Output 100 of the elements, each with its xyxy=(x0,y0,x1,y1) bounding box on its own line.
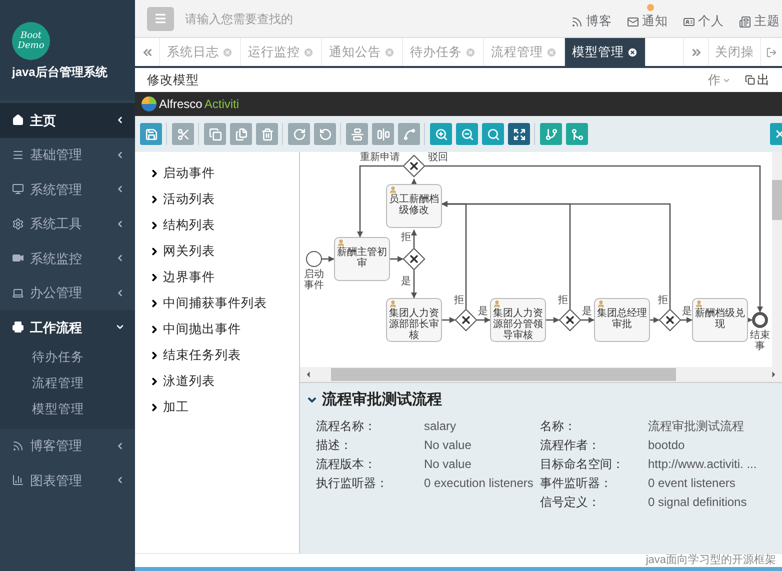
home-icon xyxy=(12,114,24,126)
nav-item[interactable]: 图表管理 xyxy=(0,463,135,498)
nav-item[interactable]: 主页 xyxy=(0,103,135,138)
save-icon xyxy=(144,128,158,140)
gateway-x-icon xyxy=(408,253,420,265)
palette-group[interactable]: 中间捕获事件列表 xyxy=(149,290,299,316)
nav-item[interactable]: 系统监控 xyxy=(0,241,135,276)
palette-group[interactable]: 启动事件 xyxy=(149,160,299,186)
palette-group[interactable]: 活动列表 xyxy=(149,186,299,212)
close-icon xyxy=(465,46,476,58)
flow-arrow xyxy=(411,178,417,184)
property-label: 目标命名空间： xyxy=(540,456,625,472)
close-button[interactable] xyxy=(770,123,782,145)
nav-subitem[interactable]: 模型管理 xyxy=(0,396,135,422)
nav-item[interactable]: 工作流程 xyxy=(0,310,135,344)
scrollbar-thumb[interactable] xyxy=(772,180,782,220)
zoom-out-button[interactable] xyxy=(456,123,478,145)
search-field[interactable]: 请输入您需要查找的 xyxy=(185,6,385,32)
property-label: 流程版本： xyxy=(316,456,377,472)
mail-icon xyxy=(627,16,639,28)
chevron-left-icon xyxy=(115,150,125,160)
same-size-button[interactable] xyxy=(398,123,420,145)
video-camera-icon xyxy=(12,252,24,264)
add-bendpoint-icon xyxy=(544,128,558,140)
scroll-right-icon xyxy=(769,370,778,379)
paste-button[interactable] xyxy=(230,123,252,145)
flow-label: 是 xyxy=(582,306,592,317)
scrollbar-thumb[interactable] xyxy=(331,368,676,381)
task-node: 集团总经理审批 xyxy=(594,298,650,342)
property-value: 0 execution listeners xyxy=(424,474,534,492)
page-tab[interactable]: 待办任务 xyxy=(403,38,484,66)
user-icon xyxy=(389,300,397,308)
nav-item[interactable]: 基础管理 xyxy=(0,138,135,172)
chevron-left-icon xyxy=(115,184,125,194)
menu-button[interactable] xyxy=(147,6,174,30)
paste-icon xyxy=(234,128,248,140)
user-icon xyxy=(389,186,397,194)
property-label: 流程名称： xyxy=(316,418,377,434)
brand-name: Alfresco xyxy=(159,96,202,113)
cut-icon xyxy=(176,128,190,140)
header-link[interactable]: 个人 xyxy=(683,4,724,33)
property-value: bootdo xyxy=(648,436,686,454)
nav-item[interactable]: 博客管理 xyxy=(0,428,135,463)
nav-item[interactable]: 系统管理 xyxy=(0,172,135,206)
delete-button[interactable] xyxy=(256,123,278,145)
zoom-in-button[interactable] xyxy=(430,123,452,145)
page-tab[interactable]: 系统日志 xyxy=(160,38,241,66)
close-icon xyxy=(384,46,395,58)
flow-label: 是 xyxy=(478,306,488,317)
copy-button[interactable] xyxy=(204,123,226,145)
add-bendpoint-button[interactable] xyxy=(540,123,562,145)
exit-button[interactable]: 出 xyxy=(745,70,770,90)
menu-icon xyxy=(12,148,24,161)
zoom-fit-icon xyxy=(512,128,526,140)
chevron-left-icon xyxy=(115,253,125,264)
gateway-x-icon xyxy=(460,314,472,326)
redo-button[interactable] xyxy=(288,123,310,145)
nav-subitem[interactable]: 流程管理 xyxy=(0,370,135,396)
actions-dropdown[interactable]: 作 xyxy=(708,70,731,90)
page-tab[interactable]: 通知公告 xyxy=(322,38,403,66)
page-tab[interactable]: 运行监控 xyxy=(241,38,322,66)
event-label: 启动事件 xyxy=(304,269,324,291)
palette-group[interactable]: 中间抛出事件 xyxy=(149,316,299,342)
chevron-left-icon xyxy=(115,288,125,298)
page-tab[interactable]: 模型管理 xyxy=(565,38,646,66)
palette-group[interactable]: 加工 xyxy=(149,394,299,420)
user-icon xyxy=(695,300,703,308)
align-vertical-icon xyxy=(376,128,390,140)
align-vertical-button[interactable] xyxy=(372,123,394,145)
header-link[interactable]: 主题 xyxy=(739,4,780,33)
brand-product: Activiti xyxy=(204,96,240,113)
flow-label: 是 xyxy=(401,276,411,287)
property-value: 0 signal definitions xyxy=(648,494,748,510)
logout-icon xyxy=(766,46,777,58)
nav-item[interactable]: 系统工具 xyxy=(0,206,135,241)
chevron-right-icon xyxy=(149,246,160,256)
task-node: 薪酬档级兑现 xyxy=(692,298,748,342)
zoom-actual-button[interactable] xyxy=(482,123,504,145)
palette-group[interactable]: 泳道列表 xyxy=(149,368,299,394)
property-value: No value xyxy=(424,456,472,472)
palette-group[interactable]: 结构列表 xyxy=(149,212,299,238)
property-label: 事件监听器： xyxy=(540,474,613,492)
close-ops-button[interactable]: 关闭操 xyxy=(708,38,760,66)
save-button[interactable] xyxy=(140,123,162,145)
remove-bendpoint-button[interactable] xyxy=(566,123,588,145)
cut-button[interactable] xyxy=(172,123,194,145)
undo-button[interactable] xyxy=(314,123,336,145)
close-icon xyxy=(546,46,557,58)
nav-subitem[interactable]: 待办任务 xyxy=(0,344,135,370)
logo-text: Demo xyxy=(18,41,44,51)
user-icon xyxy=(337,239,345,247)
palette-group[interactable]: 边界事件 xyxy=(149,264,299,290)
align-horizontal-button[interactable] xyxy=(346,123,368,145)
palette-group[interactable]: 网关列表 xyxy=(149,238,299,264)
header-link[interactable]: 博客 xyxy=(571,4,612,33)
header-link[interactable]: 通知 xyxy=(627,4,668,33)
task-node: 薪酬主管初审 xyxy=(334,237,390,281)
nav-item[interactable]: 办公管理 xyxy=(0,276,135,310)
zoom-fit-button[interactable] xyxy=(508,123,530,145)
palette-group[interactable]: 结束任务列表 xyxy=(149,342,299,368)
